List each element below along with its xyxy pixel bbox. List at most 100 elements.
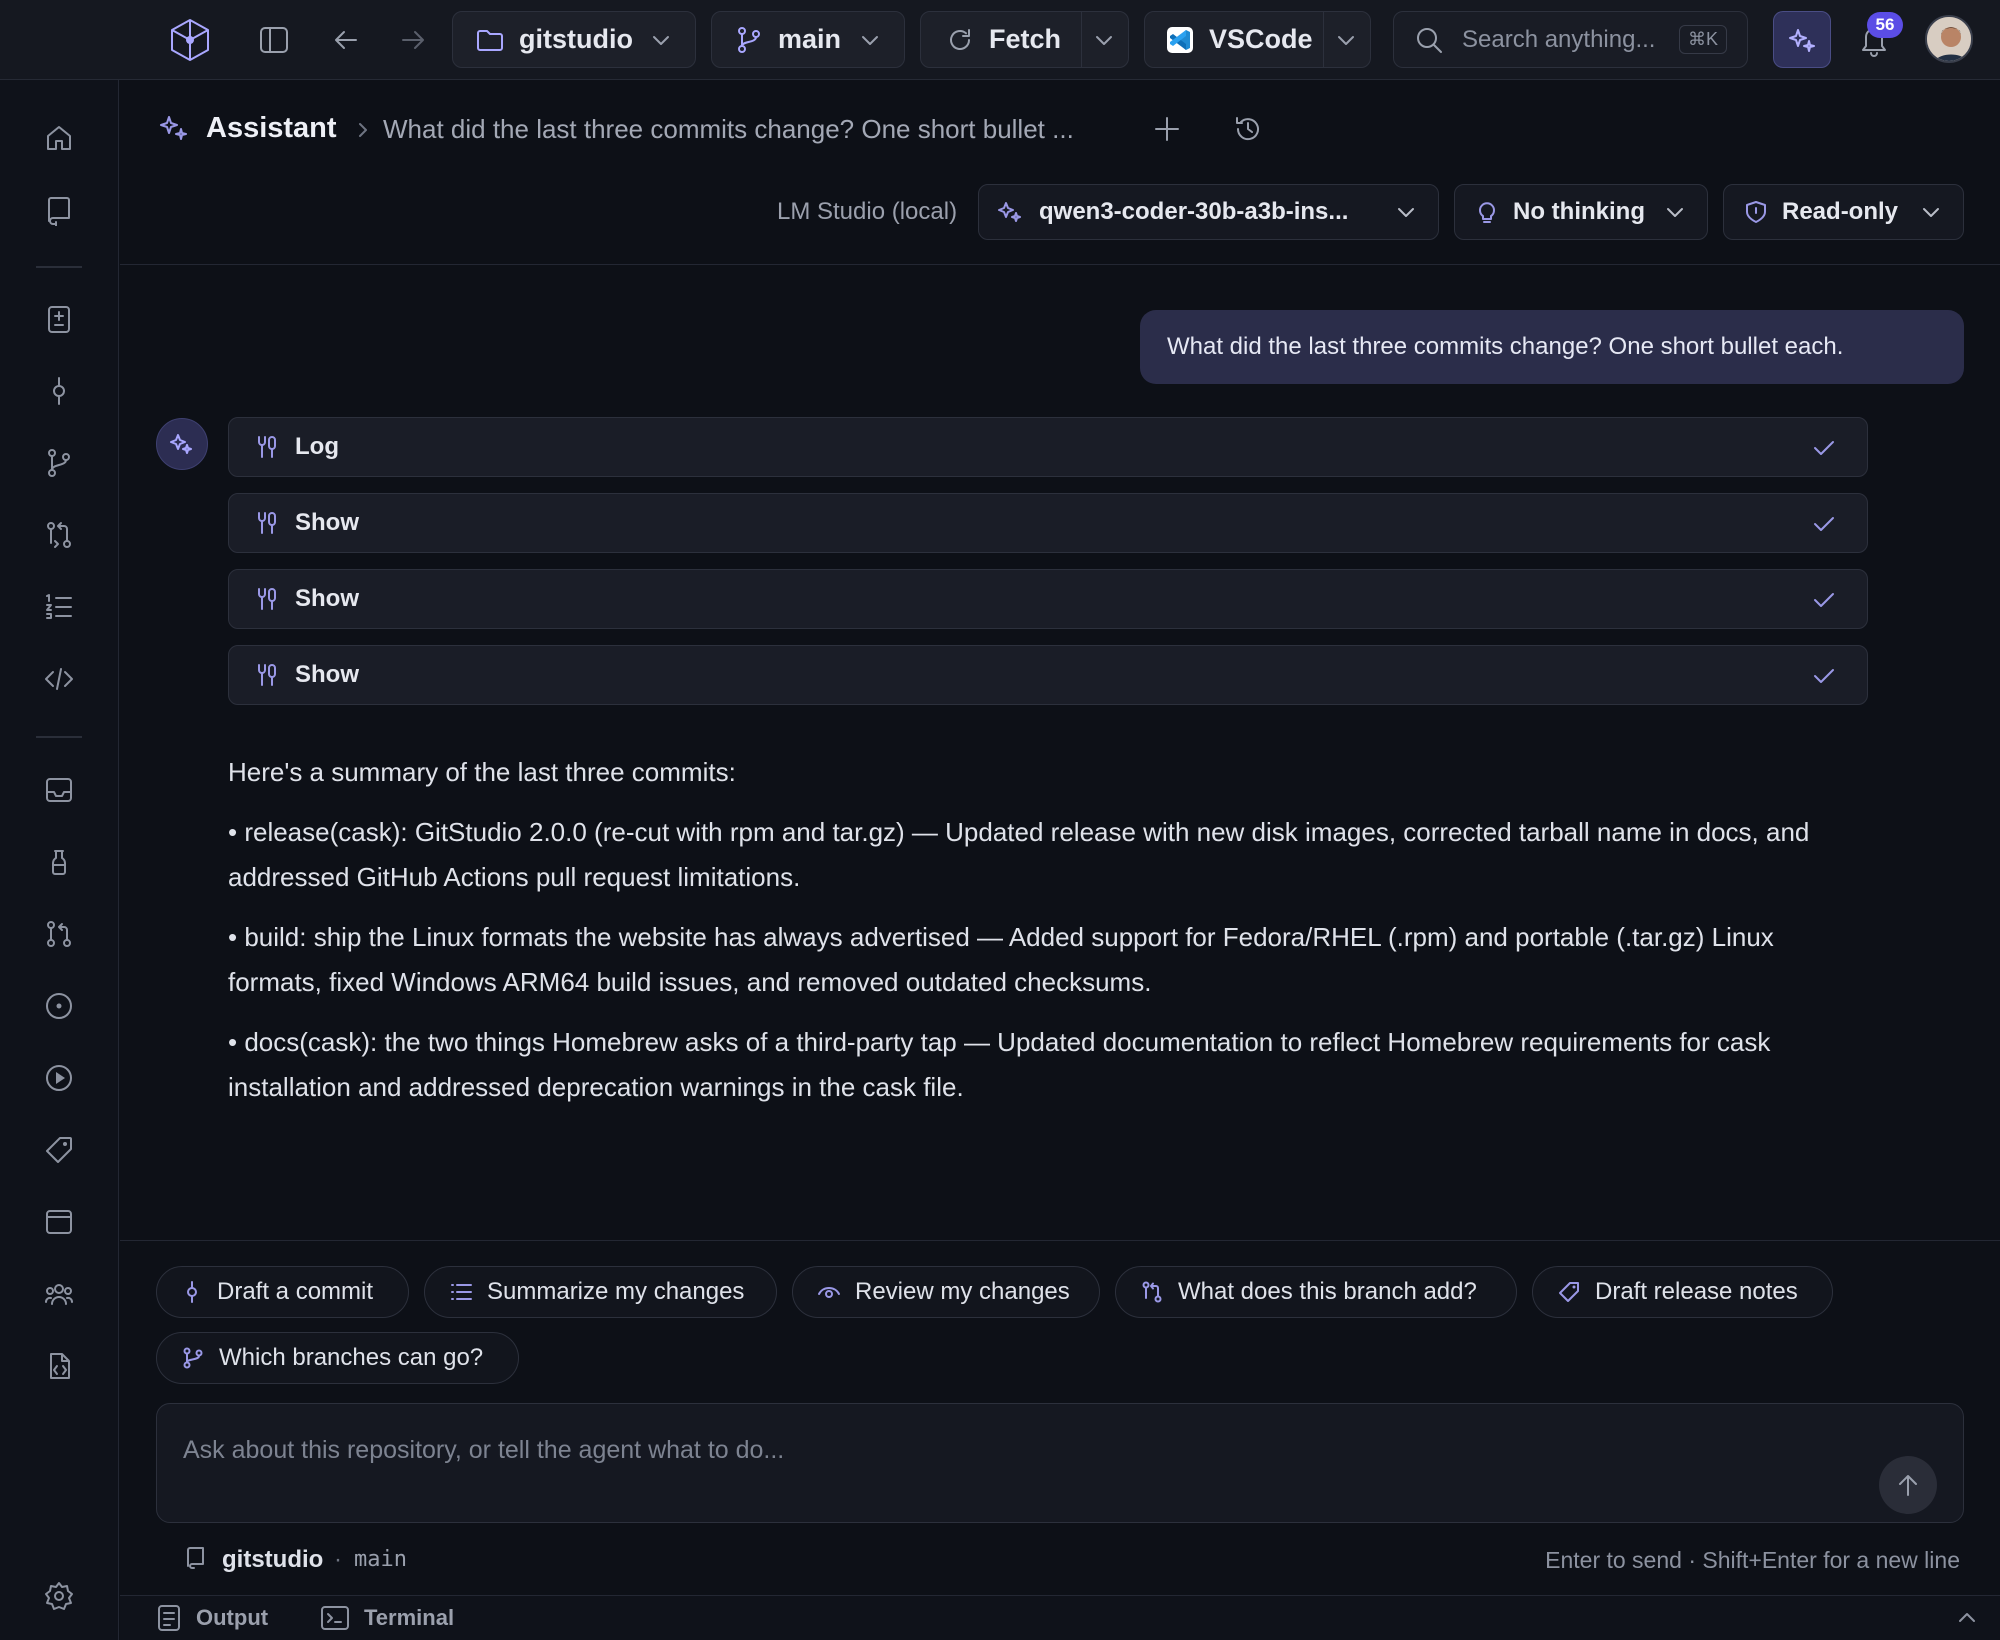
repository-icon[interactable]: [43, 194, 75, 226]
tags-icon[interactable]: [43, 1134, 75, 1166]
refresh-icon: [945, 25, 975, 55]
history-list-icon[interactable]: [43, 591, 75, 623]
activity-rail: [0, 80, 119, 1640]
tool-call-label: Log: [295, 433, 339, 460]
branch-selector[interactable]: main: [711, 11, 905, 68]
commit-icon[interactable]: [43, 375, 75, 407]
open-in-editor-button[interactable]: VSCode: [1145, 12, 1313, 67]
new-chat-plus-icon[interactable]: [1152, 114, 1182, 144]
notification-count-badge: 56: [1867, 12, 1903, 38]
compare-icon[interactable]: [43, 519, 75, 551]
assistant-toggle-button[interactable]: [1773, 11, 1831, 68]
assistant-sparkle-icon: [158, 112, 190, 144]
composer-input[interactable]: [183, 1430, 1783, 1470]
output-icon: [156, 1603, 182, 1633]
output-tab[interactable]: Output: [156, 1603, 268, 1633]
pull-requests-icon[interactable]: [43, 918, 75, 950]
check-icon: [1811, 587, 1837, 613]
terminal-tab[interactable]: Terminal: [320, 1603, 454, 1633]
tool-call-show[interactable]: Show: [228, 493, 1868, 553]
permission-mode-selector[interactable]: Read-only: [1723, 184, 1964, 240]
home-icon[interactable]: [43, 122, 75, 154]
team-icon[interactable]: [43, 1278, 75, 1310]
suggestion-draft-commit[interactable]: Draft a commit: [156, 1266, 409, 1318]
tool-icon: [253, 586, 279, 612]
provider-label: LM Studio (local): [777, 198, 958, 225]
model-sparkle-icon: [997, 199, 1023, 225]
branch-icon: [734, 25, 764, 55]
suggestion-label: Which branches can go?: [219, 1344, 484, 1371]
global-search[interactable]: Search anything... ⌘K: [1393, 11, 1748, 68]
sparkle-icon: [170, 432, 194, 456]
user-message-bubble: What did the last three commits change? …: [1140, 310, 1964, 384]
chevron-down-icon: [858, 28, 882, 52]
answer-bullet: • docs(cask): the two things Homebrew as…: [228, 1027, 1771, 1102]
breadcrumb-separator-icon: [353, 118, 373, 142]
tag-icon: [1557, 1280, 1581, 1304]
assistant-title[interactable]: Assistant: [206, 112, 337, 145]
window-icon[interactable]: [43, 1206, 75, 1238]
composer-separator: ·: [334, 1546, 342, 1573]
tool-icon: [253, 662, 279, 688]
chat-history-icon[interactable]: [1233, 114, 1263, 144]
commit-icon: [181, 1280, 203, 1304]
issues-icon[interactable]: [43, 990, 75, 1022]
eye-icon: [817, 1280, 841, 1304]
terminal-label: Terminal: [364, 1605, 455, 1630]
suggestion-stale-branches[interactable]: Which branches can go?: [156, 1332, 519, 1384]
chevron-down-icon: [1663, 200, 1687, 224]
chevron-up-icon[interactable]: [1956, 1606, 1978, 1628]
assistant-answer: Here's a summary of the last three commi…: [228, 750, 1818, 1125]
chevron-down-icon: [649, 28, 673, 52]
inbox-icon[interactable]: [43, 774, 75, 806]
changes-icon[interactable]: [43, 303, 75, 335]
fetch-options-chevron-icon[interactable]: [1092, 28, 1116, 52]
code-file-icon[interactable]: [43, 1350, 75, 1382]
lightbulb-icon: [1475, 199, 1499, 225]
editor-options-chevron-icon[interactable]: [1334, 28, 1358, 52]
settings-gear-icon[interactable]: [43, 1580, 75, 1612]
actions-play-icon[interactable]: [43, 1062, 75, 1094]
sparkle-icon: [1787, 25, 1817, 55]
assistant-header: Assistant What did the last three commit…: [120, 80, 2000, 265]
output-label: Output: [196, 1605, 269, 1630]
suggestion-release-notes[interactable]: Draft release notes: [1532, 1266, 1833, 1318]
chevron-down-icon: [1394, 200, 1418, 224]
tool-call-show[interactable]: Show: [228, 569, 1868, 629]
search-shortcut-badge: ⌘K: [1678, 25, 1727, 54]
tool-call-log[interactable]: Log: [228, 417, 1868, 477]
suggestion-branch-adds[interactable]: What does this branch add?: [1115, 1266, 1517, 1318]
fetch-label: Fetch: [989, 24, 1062, 54]
repo-selector[interactable]: gitstudio: [452, 11, 696, 68]
app-logo-icon[interactable]: [166, 16, 214, 64]
thinking-value: No thinking: [1513, 198, 1645, 225]
toggle-sidebar-icon[interactable]: [258, 24, 290, 56]
answer-bullet: • release(cask): GitStudio 2.0.0 (re-cut…: [228, 817, 1810, 892]
suggestion-review-changes[interactable]: Review my changes: [792, 1266, 1100, 1318]
tool-call-show[interactable]: Show: [228, 645, 1868, 705]
composer: [156, 1403, 1964, 1523]
repository-small-icon: [184, 1545, 208, 1571]
suggestion-label: Review my changes: [855, 1278, 1070, 1305]
branch-name: main: [778, 24, 842, 54]
thinking-selector[interactable]: No thinking: [1454, 184, 1708, 240]
permission-mode-value: Read-only: [1782, 198, 1899, 225]
search-icon: [1414, 25, 1444, 55]
model-selector[interactable]: qwen3-coder-30b-a3b-ins...: [978, 184, 1439, 240]
fetch-button[interactable]: Fetch: [921, 12, 1061, 67]
forward-arrow-icon[interactable]: [397, 24, 429, 56]
fetch-button-group: Fetch: [920, 11, 1129, 68]
user-avatar[interactable]: [1925, 15, 1973, 63]
suggestion-summarize-changes[interactable]: Summarize my changes: [424, 1266, 777, 1318]
stash-icon[interactable]: [43, 846, 75, 878]
conversation-title: What did the last three commits change? …: [383, 114, 1074, 144]
search-placeholder: Search anything...: [1462, 25, 1656, 53]
branch-icon: [181, 1346, 205, 1370]
check-icon: [1811, 511, 1837, 537]
code-icon[interactable]: [43, 663, 75, 695]
user-message-text: What did the last three commits change? …: [1167, 333, 1844, 360]
send-button[interactable]: [1879, 1456, 1937, 1514]
branches-icon[interactable]: [43, 447, 75, 479]
suggestion-label: Draft release notes: [1595, 1278, 1798, 1305]
back-arrow-icon[interactable]: [330, 24, 362, 56]
